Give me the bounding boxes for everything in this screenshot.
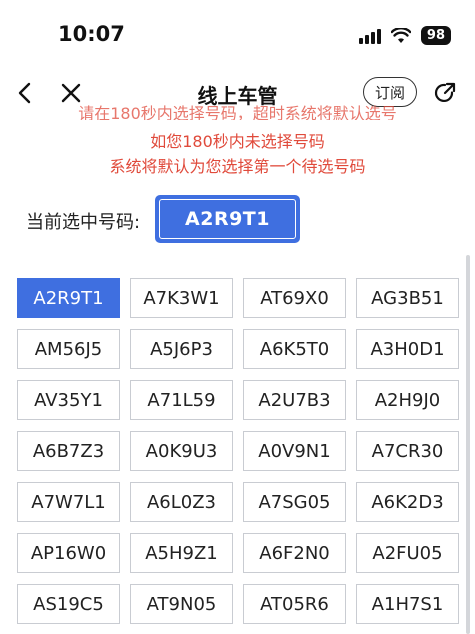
scrollbar[interactable] xyxy=(466,255,470,634)
status-indicators: 98 xyxy=(358,26,451,45)
plate-option[interactable]: AS19C5 xyxy=(17,584,120,624)
current-plate-value: A2R9T1 xyxy=(159,199,296,239)
plate-option[interactable]: AM56J5 xyxy=(17,329,120,369)
plate-option[interactable]: A7W7L1 xyxy=(17,482,120,522)
plate-option[interactable]: A0V9N1 xyxy=(243,431,346,471)
wifi-icon xyxy=(390,27,411,43)
plate-option[interactable]: A7K3W1 xyxy=(130,278,233,318)
plate-option[interactable]: A3H0D1 xyxy=(356,329,459,369)
plate-option[interactable]: AT69X0 xyxy=(243,278,346,318)
plate-option-selected[interactable]: A2R9T1 xyxy=(17,278,120,318)
plate-option[interactable]: A5J6P3 xyxy=(130,329,233,369)
plate-option[interactable]: A6K2D3 xyxy=(356,482,459,522)
plate-option[interactable]: A0K9U3 xyxy=(130,431,233,471)
plate-option[interactable]: A5H9Z1 xyxy=(130,533,233,573)
subscribe-button[interactable]: 订阅 xyxy=(363,77,417,107)
plate-option[interactable]: A2FU05 xyxy=(356,533,459,573)
plate-grid: A2R9T1 A7K3W1 AT69X0 AG3B51 AM56J5 A5J6P3 A6K5… xyxy=(17,278,461,624)
plate-option[interactable]: A2H9J0 xyxy=(356,380,459,420)
status-time: 10:07 xyxy=(58,22,125,46)
plate-option[interactable]: A1H7S1 xyxy=(356,584,459,624)
plate-option[interactable]: A6F2N0 xyxy=(243,533,346,573)
plate-option[interactable]: A6K5T0 xyxy=(243,329,346,369)
signal-icon xyxy=(358,28,381,44)
plate-option[interactable]: A7CR30 xyxy=(356,431,459,471)
current-selection-label: 当前选中号码: xyxy=(26,212,141,233)
plate-option[interactable]: AT05R6 xyxy=(243,584,346,624)
plate-option[interactable]: AP16W0 xyxy=(17,533,120,573)
plate-option[interactable]: AT9N05 xyxy=(130,584,233,624)
share-icon xyxy=(434,82,456,102)
notice-partial-line: 请在180秒内选择号码，超时系统将默认选号 xyxy=(78,104,397,120)
plate-option[interactable]: A6B7Z3 xyxy=(17,431,120,471)
plate-option[interactable]: A6L0Z3 xyxy=(130,482,233,522)
battery-icon: 98 xyxy=(420,26,451,45)
plate-option[interactable]: A7SG05 xyxy=(243,482,346,522)
notice-line-1: 如您180秒内未选择号码 xyxy=(150,132,325,151)
plate-option[interactable]: AG3B51 xyxy=(356,278,459,318)
plate-option[interactable]: A71L59 xyxy=(130,380,233,420)
current-selection-box: A2R9T1 xyxy=(155,195,300,243)
plate-option[interactable]: A2U7B3 xyxy=(243,380,346,420)
notice-line-2: 系统将默认为您选择第一个待选号码 xyxy=(109,157,366,176)
plate-option[interactable]: AV35Y1 xyxy=(17,380,120,420)
status-bar: 10:07 98 xyxy=(0,0,475,68)
